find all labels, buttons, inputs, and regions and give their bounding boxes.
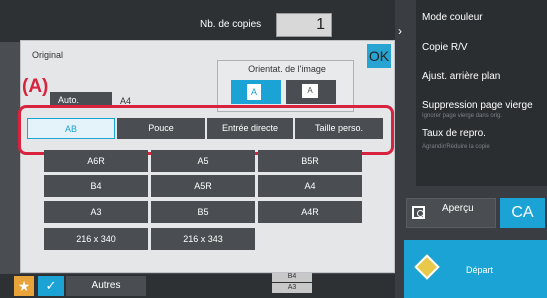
callout-highlight [18, 105, 394, 155]
paper-size-button[interactable]: B4 [44, 175, 148, 197]
star-icon[interactable]: ★ [14, 276, 34, 296]
paper-size-button[interactable]: A4 [258, 175, 362, 197]
dialog-title: Original [32, 50, 64, 60]
menu-item-background[interactable]: Ajust. arrière plan [422, 71, 500, 82]
paper-size-button[interactable]: B5 [151, 201, 255, 223]
tray-a3: A3 [272, 283, 312, 293]
callout-label: (A) [22, 76, 49, 97]
menu-sub-blank-page: Ignorer page vierge dans orig. [422, 113, 503, 119]
menu-sub-ratio: Agrandir/Réduire la copie [422, 144, 490, 150]
check-icon[interactable]: ✓ [38, 276, 64, 296]
copies-label: Nb. de copies [200, 19, 262, 30]
preview-label: Aperçu [442, 203, 474, 214]
paper-size-button[interactable]: A3 [44, 201, 148, 223]
orientation-label: Orientat. de l'image [248, 64, 326, 74]
clear-all-button[interactable]: CA [500, 198, 545, 228]
menu-item-color-mode[interactable]: Mode couleur [422, 12, 483, 23]
menu-item-ratio[interactable]: Taux de repro. [422, 128, 486, 139]
paper-size-button[interactable]: 216 x 343 [151, 228, 255, 250]
top-bar [0, 0, 395, 42]
paper-size-button[interactable]: A6R [44, 150, 148, 172]
function-menu [416, 0, 547, 186]
paper-size-button[interactable]: 216 x 340 [44, 228, 148, 250]
menu-item-blank-page[interactable]: Suppression page vierge [422, 100, 533, 111]
auto-button[interactable]: Auto. [50, 92, 112, 106]
tray-b4: B4 [272, 272, 312, 282]
start-label: Départ [466, 265, 494, 275]
portrait-icon: A [247, 84, 261, 100]
ok-button[interactable]: OK [367, 44, 391, 68]
menu-item-duplex[interactable]: Copie R/V [422, 42, 468, 53]
others-button[interactable]: Autres [66, 276, 146, 296]
chevron-right-icon[interactable]: › [398, 24, 402, 38]
paper-size-button[interactable]: A4R [258, 201, 362, 223]
preview-icon [412, 206, 425, 219]
copies-input[interactable]: 1 [276, 13, 332, 37]
landscape-icon: A [302, 84, 318, 98]
paper-size-button[interactable]: A5R [151, 175, 255, 197]
paper-size-button[interactable]: A5 [151, 150, 255, 172]
paper-size-button[interactable]: B5R [258, 150, 362, 172]
